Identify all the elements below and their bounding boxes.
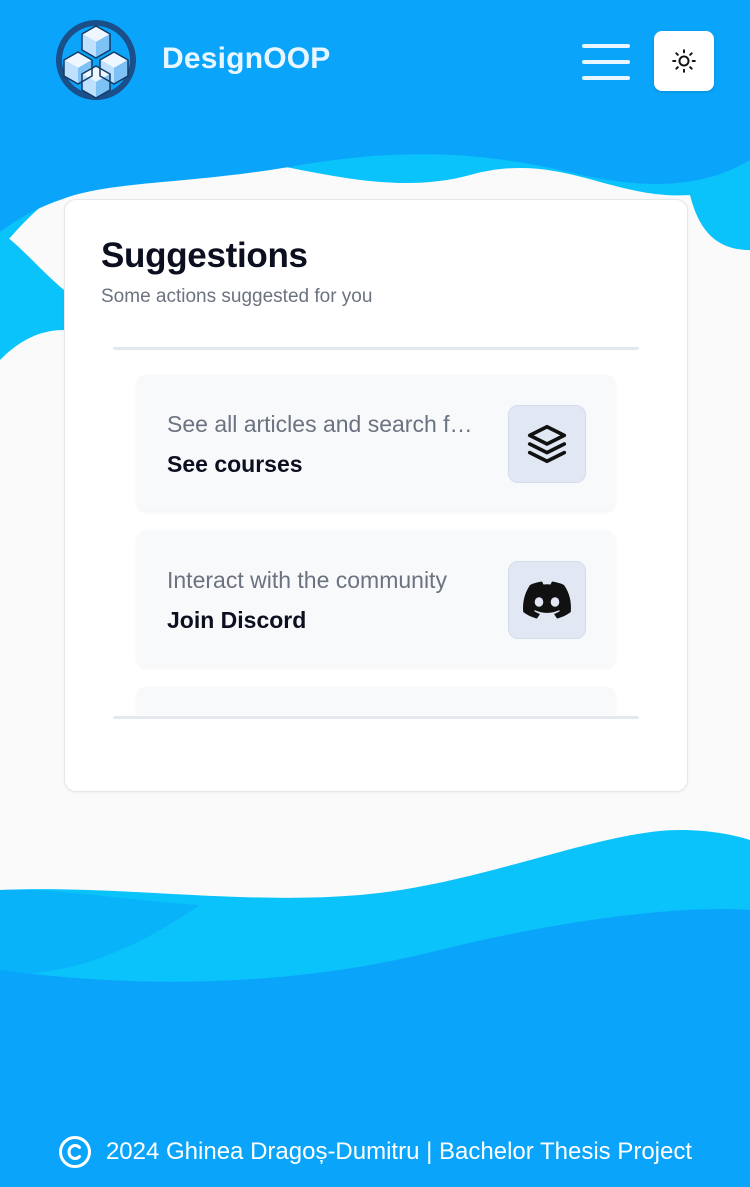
card-subtitle: Some actions suggested for you — [101, 286, 373, 307]
hamburger-menu-icon[interactable] — [580, 42, 632, 82]
suggestion-description: See all articles and search for courses — [167, 411, 477, 437]
copyright-icon — [58, 1135, 92, 1169]
footer: 2024 Ghinea Dragoș-Dumitru | Bachelor Th… — [0, 1130, 750, 1174]
divider-top — [113, 347, 639, 350]
card-title: Suggestions — [101, 236, 308, 275]
divider-bottom — [113, 716, 639, 719]
suggestions-scroll-list[interactable]: See all articles and search for courses … — [113, 351, 639, 715]
top-navbar: DesignOOP — [0, 0, 750, 122]
theme-toggle-button[interactable] — [654, 31, 714, 91]
suggestion-item-discord[interactable]: Interact with the community Join Discord — [137, 531, 615, 667]
suggestion-item-partial[interactable] — [137, 687, 615, 715]
brand-name[interactable]: DesignOOP — [162, 42, 331, 76]
cubes-logo-icon[interactable] — [52, 16, 140, 104]
suggestion-label: Join Discord — [167, 607, 307, 633]
sun-icon — [672, 49, 696, 73]
footer-text: 2024 Ghinea Dragoș-Dumitru | Bachelor Th… — [105, 1138, 693, 1165]
layers-icon — [508, 405, 586, 483]
discord-icon — [508, 561, 586, 639]
suggestion-item-courses[interactable]: See all articles and search for courses … — [137, 375, 615, 511]
suggestions-card: Suggestions Some actions suggested for y… — [64, 199, 688, 792]
suggestion-label: See courses — [167, 451, 303, 477]
suggestion-description: Interact with the community — [167, 567, 447, 593]
